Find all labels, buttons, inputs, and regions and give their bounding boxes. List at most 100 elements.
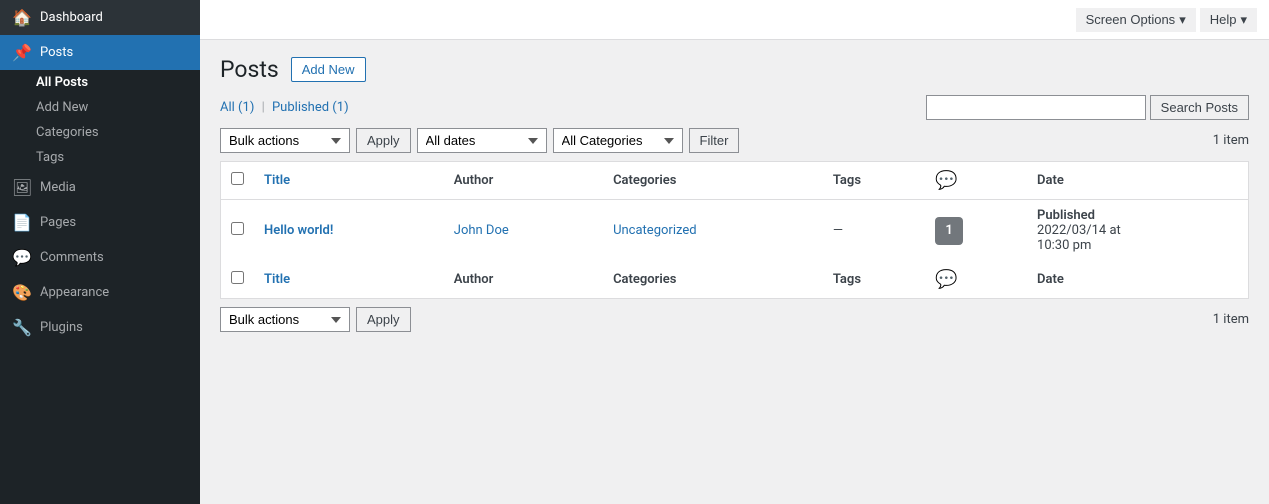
search-box: Search Posts: [926, 95, 1249, 120]
sidebar-item-comments[interactable]: 💬 Comments: [0, 240, 200, 275]
sidebar-item-dashboard[interactable]: 🏠 Dashboard: [0, 0, 200, 35]
post-date-status: Published: [1037, 208, 1238, 223]
post-title-cell: Hello world!: [254, 200, 444, 262]
footer-title-header: Title: [254, 261, 444, 299]
categories-column-header: Categories: [603, 162, 823, 200]
sidebar-item-label: Pages: [40, 215, 76, 230]
comments-header-icon: 💬: [935, 170, 957, 191]
help-label: Help: [1210, 12, 1237, 27]
select-all-checkbox[interactable]: [231, 172, 244, 185]
sidebar-item-label: Plugins: [40, 320, 83, 335]
sidebar-item-plugins[interactable]: 🔧 Plugins: [0, 310, 200, 345]
bottom-apply-button[interactable]: Apply: [356, 307, 411, 332]
page-header: Posts Add New: [220, 56, 1249, 83]
all-count: 1: [243, 100, 250, 115]
sidebar-item-label: Comments: [40, 250, 104, 265]
footer-select-all-checkbox[interactable]: [231, 271, 244, 284]
footer-select-all-header: [221, 261, 255, 299]
screen-options-chevron-icon: ▾: [1179, 12, 1186, 28]
posts-submenu: All Posts Add New Categories Tags: [0, 70, 200, 170]
page-title: Posts: [220, 56, 279, 83]
published-count: 1: [337, 100, 344, 115]
all-dates-select[interactable]: All dates: [417, 128, 547, 153]
select-all-header: [221, 162, 255, 200]
footer-comments-header: 💬: [925, 261, 1027, 299]
top-apply-button[interactable]: Apply: [356, 128, 411, 153]
bottom-filters-row: Bulk actions Apply 1 item: [220, 307, 1249, 332]
date-column-header: Date: [1027, 162, 1248, 200]
filter-links: All (1) | Published (1): [220, 100, 349, 115]
footer-date-header: Date: [1027, 261, 1248, 299]
all-posts-filter-link[interactable]: All (1): [220, 100, 258, 115]
bottom-bulk-actions-select[interactable]: Bulk actions: [220, 307, 350, 332]
main-content: Screen Options ▾ Help ▾ Posts Add New Al…: [200, 0, 1269, 504]
all-categories-select[interactable]: All Categories: [553, 128, 683, 153]
sidebar-item-label: Dashboard: [40, 10, 103, 25]
tags-column-header: Tags: [823, 162, 925, 200]
footer-author-header: Author: [444, 261, 603, 299]
table-row: Hello world! John Doe Uncategorized — 1: [221, 200, 1249, 262]
top-item-count: 1 item: [1213, 133, 1249, 148]
post-tags-value: —: [833, 223, 843, 238]
sidebar-sub-item-add-new[interactable]: Add New: [0, 95, 200, 120]
post-author-cell: John Doe: [444, 200, 603, 262]
search-posts-button[interactable]: Search Posts: [1150, 95, 1249, 120]
post-date-cell: Published 2022/03/14 at 10:30 pm: [1027, 200, 1248, 262]
appearance-icon: 🎨: [12, 283, 32, 302]
sidebar-sub-item-all-posts[interactable]: All Posts: [0, 70, 200, 95]
title-sort-link[interactable]: Title: [264, 173, 290, 188]
bulk-actions-select[interactable]: Bulk actions: [220, 128, 350, 153]
row-checkbox-cell: [221, 200, 255, 262]
row-checkbox[interactable]: [231, 222, 244, 235]
sidebar-item-media[interactable]: 🖼 Media: [0, 170, 200, 205]
screen-options-button[interactable]: Screen Options ▾: [1076, 8, 1196, 32]
post-tags-cell: —: [823, 200, 925, 262]
post-author-link[interactable]: John Doe: [454, 223, 509, 238]
bottom-item-count: 1 item: [1213, 312, 1249, 327]
comments-icon: 💬: [12, 248, 32, 267]
search-input[interactable]: [926, 95, 1146, 120]
footer-categories-header: Categories: [603, 261, 823, 299]
table-header-row: Title Author Categories Tags 💬 Date: [221, 162, 1249, 200]
topbar: Screen Options ▾ Help ▾: [200, 0, 1269, 40]
dashboard-icon: 🏠: [12, 8, 32, 27]
search-filter-row: All (1) | Published (1) Search Posts: [220, 95, 1249, 120]
help-button[interactable]: Help ▾: [1200, 8, 1257, 32]
sidebar-sub-item-tags[interactable]: Tags: [0, 145, 200, 170]
screen-options-label: Screen Options: [1086, 12, 1176, 27]
footer-comments-icon: 💬: [935, 269, 957, 290]
sidebar-item-appearance[interactable]: 🎨 Appearance: [0, 275, 200, 310]
sidebar-item-pages[interactable]: 📄 Pages: [0, 205, 200, 240]
add-new-button[interactable]: Add New: [291, 57, 366, 82]
sidebar: 🏠 Dashboard 📌 Posts All Posts Add New Ca…: [0, 0, 200, 504]
content-area: Posts Add New All (1) | Published (1) Se…: [200, 40, 1269, 504]
post-title-link[interactable]: Hello world!: [264, 223, 333, 238]
post-categories-cell: Uncategorized: [603, 200, 823, 262]
author-column-header: Author: [444, 162, 603, 200]
comments-column-header: 💬: [925, 162, 1027, 200]
published-filter-link[interactable]: Published (1): [272, 100, 349, 115]
filter-button[interactable]: Filter: [689, 128, 740, 153]
footer-tags-header: Tags: [823, 261, 925, 299]
title-column-header: Title: [254, 162, 444, 200]
posts-table: Title Author Categories Tags 💬 Date: [220, 161, 1249, 299]
sidebar-item-posts[interactable]: 📌 Posts: [0, 35, 200, 70]
sidebar-item-label: Posts: [40, 45, 73, 60]
post-date-time: 10:30 pm: [1037, 238, 1238, 253]
posts-icon: 📌: [12, 43, 32, 62]
top-filters-row: Bulk actions Apply All dates All Categor…: [220, 128, 1249, 153]
footer-title-sort-link[interactable]: Title: [264, 272, 290, 287]
post-category-link[interactable]: Uncategorized: [613, 223, 696, 238]
sidebar-item-label: Media: [40, 180, 76, 195]
media-icon: 🖼: [12, 178, 32, 197]
comment-count-badge[interactable]: 1: [935, 217, 963, 245]
plugins-icon: 🔧: [12, 318, 32, 337]
pages-icon: 📄: [12, 213, 32, 232]
sidebar-item-label: Appearance: [40, 285, 109, 300]
filter-separator: |: [262, 100, 268, 115]
post-date-value: 2022/03/14 at: [1037, 223, 1238, 238]
sidebar-sub-item-categories[interactable]: Categories: [0, 120, 200, 145]
help-chevron-icon: ▾: [1240, 12, 1247, 28]
table-footer-row: Title Author Categories Tags 💬 Date: [221, 261, 1249, 299]
post-comments-cell: 1: [925, 200, 1027, 262]
